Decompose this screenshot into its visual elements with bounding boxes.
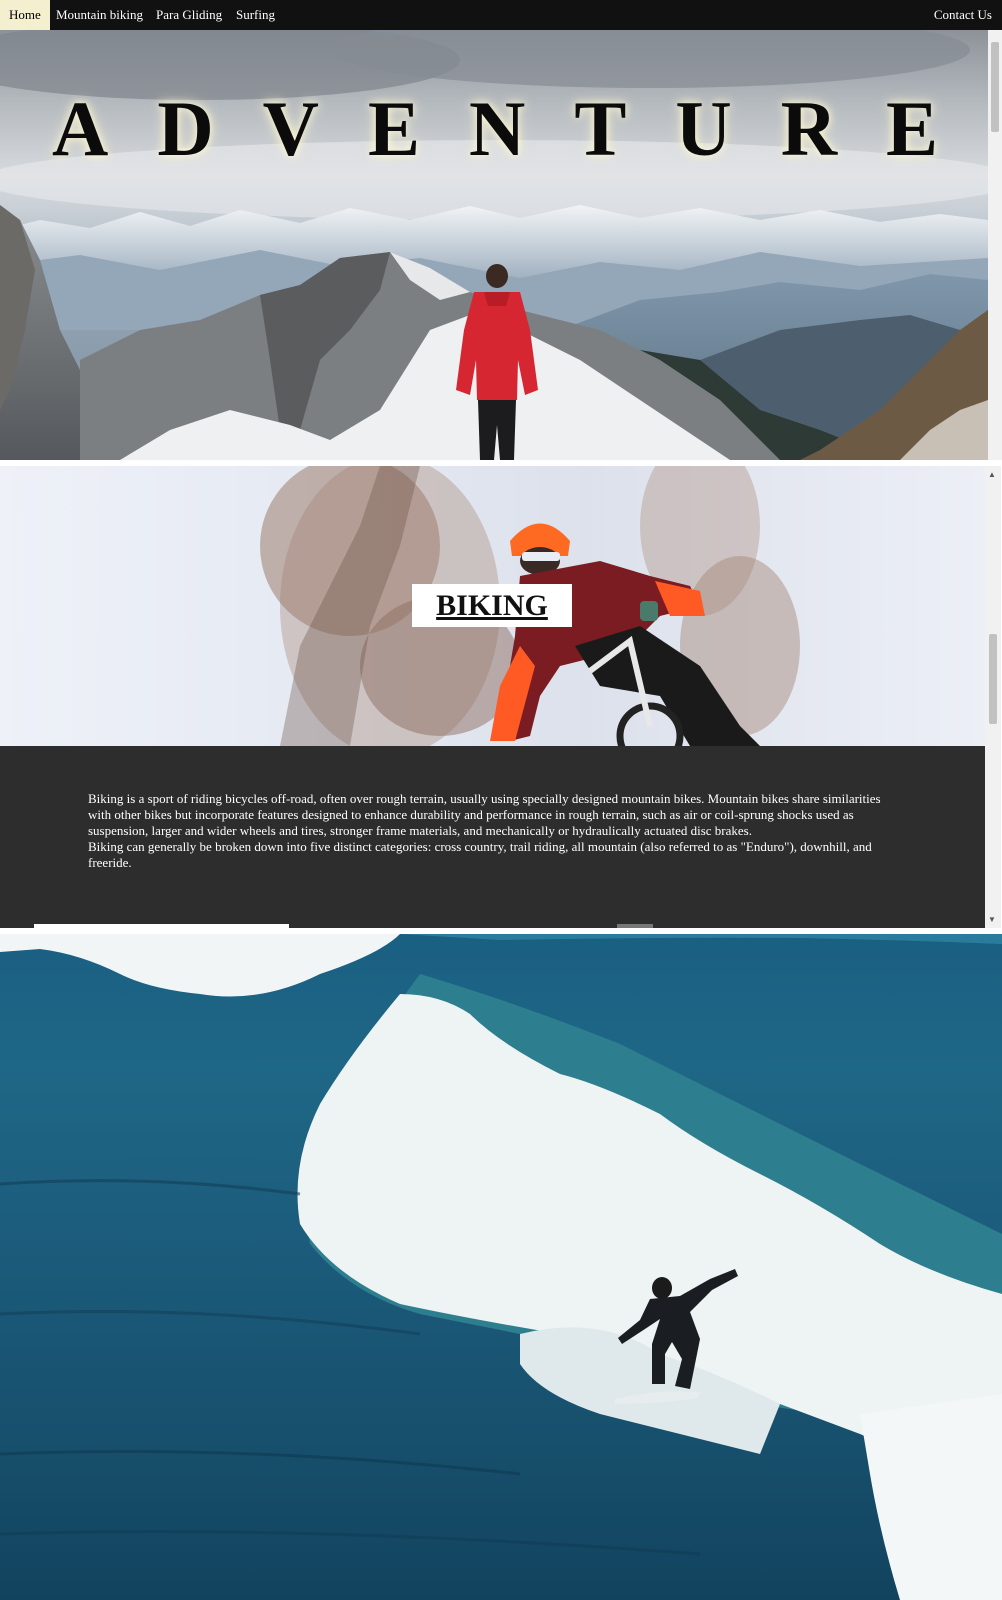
nav-mountain-biking-link[interactable]: Mountain biking bbox=[56, 0, 143, 30]
nav-para-gliding-link[interactable]: Para Gliding bbox=[156, 0, 222, 30]
nav-contact-link[interactable]: Contact Us bbox=[934, 0, 992, 30]
surfing-section bbox=[0, 934, 1002, 1600]
page-scrollbar-thumb[interactable] bbox=[991, 42, 999, 132]
biking-paragraph-2: Biking can generally be broken down into… bbox=[88, 839, 872, 870]
surfer-wave-image bbox=[0, 934, 1002, 1600]
nav-home-link[interactable]: Home bbox=[0, 0, 50, 30]
hero-section: ADVENTURE bbox=[0, 30, 988, 460]
partial-divider bbox=[34, 924, 289, 928]
biking-frame: BIKING Biking is a sport of riding bicyc… bbox=[0, 466, 985, 928]
biking-hero-image: BIKING bbox=[0, 466, 985, 746]
biking-frame-scrollbar[interactable]: ▲ ▼ bbox=[985, 466, 1001, 928]
biking-frame-scrollbar-thumb[interactable] bbox=[989, 634, 997, 724]
nav-surfing-link[interactable]: Surfing bbox=[236, 0, 275, 30]
page-scrollbar[interactable] bbox=[988, 30, 1002, 460]
hero-title: ADVENTURE bbox=[52, 85, 988, 172]
biking-description: Biking is a sport of riding bicycles off… bbox=[88, 791, 903, 871]
biking-heading: BIKING bbox=[412, 584, 572, 627]
partial-divider-small bbox=[617, 924, 653, 928]
top-navbar: Home Mountain biking Para Gliding Surfin… bbox=[0, 0, 1002, 30]
biking-paragraph-1: Biking is a sport of riding bicycles off… bbox=[88, 791, 881, 838]
scroll-down-arrow-icon[interactable]: ▼ bbox=[988, 915, 996, 924]
scroll-up-arrow-icon[interactable]: ▲ bbox=[988, 470, 996, 479]
